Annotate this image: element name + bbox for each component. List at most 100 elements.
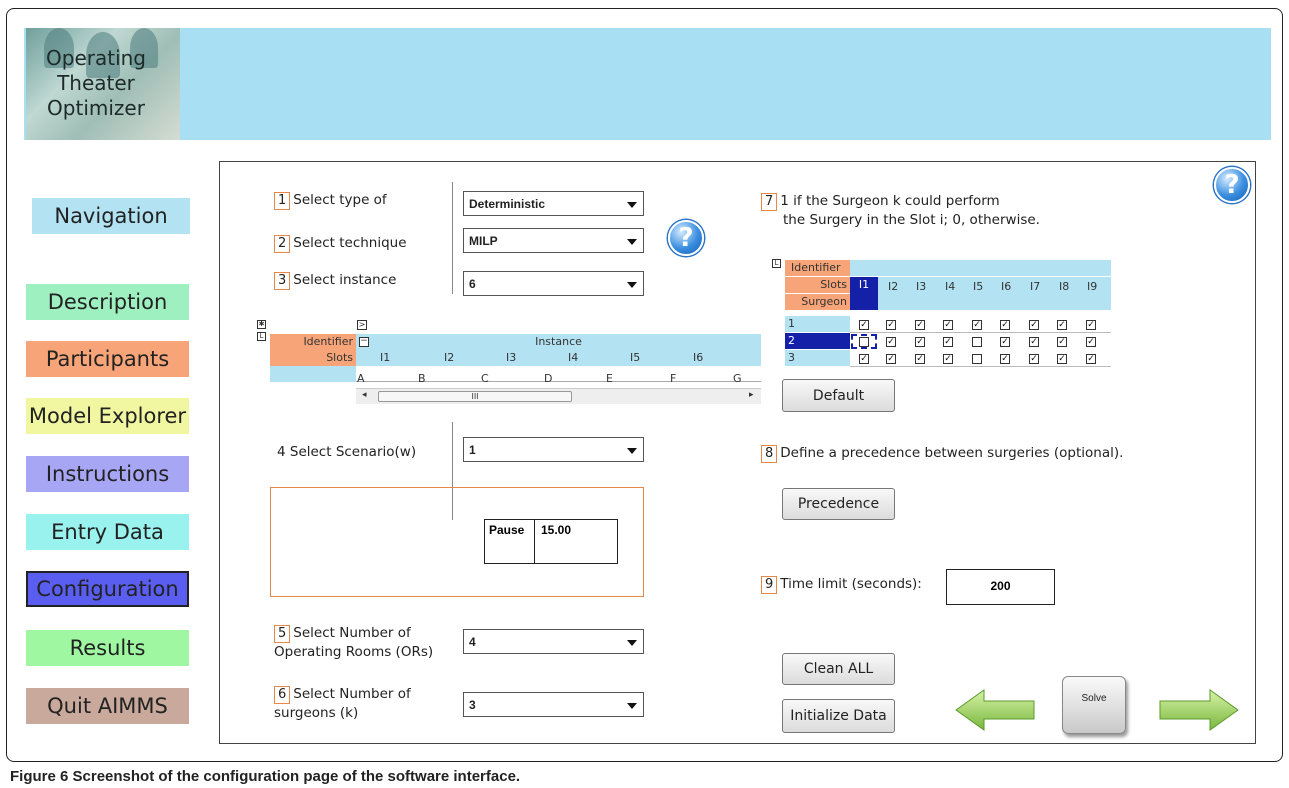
value-cell[interactable]: G <box>733 371 742 387</box>
type-select[interactable]: Deterministic <box>463 191 644 216</box>
scroll-left-icon[interactable]: ◂ <box>362 390 367 400</box>
value-cell[interactable]: E <box>606 371 613 387</box>
expand-icon[interactable]: > <box>357 320 367 330</box>
surgeon-slot-checkbox[interactable]: ✓ <box>1000 354 1010 364</box>
surgeon-slot-checkbox[interactable]: ✓ <box>1086 337 1096 347</box>
technique-select[interactable]: MILP <box>463 228 644 253</box>
surgeon-slot-checkbox[interactable]: ✓ <box>1057 337 1067 347</box>
step5-line1: Select Number of <box>293 625 411 641</box>
surgeon-slot-checkbox[interactable]: ✓ <box>943 354 953 364</box>
surgeon-slot-checkbox[interactable]: ✓ <box>859 354 869 364</box>
surgeon-slot-checkbox[interactable]: ✓ <box>943 320 953 330</box>
col-i6: I6 <box>693 351 704 364</box>
scenario-select[interactable]: 1 <box>463 437 644 462</box>
surgeon-slot-checkbox[interactable]: ✓ <box>915 337 925 347</box>
surgeon-slot-checkbox[interactable] <box>972 354 982 364</box>
grid-col: I8 <box>1059 280 1070 293</box>
grid-surgeon-header: Surgeon <box>785 294 850 310</box>
step2-text: Select technique <box>293 235 407 251</box>
scroll-thumb[interactable]: III <box>378 391 572 402</box>
or-count-select[interactable]: 4 <box>463 629 644 654</box>
nav-model-explorer[interactable]: Model Explorer <box>26 398 189 434</box>
surgeon-slot-checkbox[interactable]: ✓ <box>915 354 925 364</box>
initialize-data-button[interactable]: Initialize Data <box>782 699 895 733</box>
chevron-down-icon <box>627 703 637 709</box>
surgeon-slot-checkbox[interactable]: ✓ <box>1000 320 1010 330</box>
solve-button[interactable]: Solve <box>1062 676 1126 734</box>
step5-number: 5 <box>274 625 291 643</box>
help-icon[interactable]: ? <box>1214 167 1250 203</box>
step1-number: 1 <box>274 192 291 210</box>
collapse-icon[interactable]: − <box>359 337 369 347</box>
surgeon-slot-checkbox[interactable]: ✓ <box>943 337 953 347</box>
surgeon-slot-checkbox[interactable]: ✓ <box>915 320 925 330</box>
grid-col: I9 <box>1087 280 1098 293</box>
step9-text: Time limit (seconds): <box>780 576 922 592</box>
surgeon-slot-checkbox[interactable]: ✓ <box>886 337 896 347</box>
clean-all-button[interactable]: Clean ALL <box>782 653 895 685</box>
forward-arrow-icon[interactable] <box>1158 688 1240 732</box>
nav-navigation[interactable]: Navigation <box>32 198 190 234</box>
value-cell[interactable]: C <box>481 371 489 387</box>
table-link-icon[interactable]: L <box>772 259 781 268</box>
surgeon-slot-checkbox[interactable]: ✓ <box>1086 354 1096 364</box>
step7-number: 7 <box>761 193 778 211</box>
surgeon-slot-checkbox[interactable]: ✓ <box>972 320 982 330</box>
instance-select-value: 6 <box>469 277 476 291</box>
surgeon-slot-checkbox[interactable]: ✓ <box>1057 354 1067 364</box>
slots-header: Slots <box>270 350 356 366</box>
time-limit-input[interactable]: 200 <box>946 569 1055 605</box>
nav-participants[interactable]: Participants <box>26 341 189 377</box>
surgeon-slot-checkbox[interactable]: ✓ <box>1057 320 1067 330</box>
grid-row-3-label: 3 <box>785 350 850 366</box>
table-options-icon[interactable]: ✱ <box>257 320 266 329</box>
default-button[interactable]: Default <box>782 379 895 412</box>
pause-value[interactable]: 15.00 <box>541 523 571 537</box>
divider-top <box>452 182 453 294</box>
step6-line2: surgeons (k) <box>274 705 359 721</box>
chevron-down-icon <box>627 202 637 208</box>
grid-top-band <box>850 260 1111 276</box>
grid-col: I4 <box>945 280 956 293</box>
nav-description[interactable]: Description <box>26 284 189 320</box>
technique-select-value: MILP <box>469 234 498 248</box>
instance-select[interactable]: 6 <box>463 271 644 296</box>
surgeon-slot-checkbox[interactable]: ✓ <box>1029 354 1039 364</box>
step7-line2: the Surgery in the Slot i; 0, otherwise. <box>783 212 1040 228</box>
surgeon-slot-checkbox[interactable]: ✓ <box>886 354 896 364</box>
surgeon-count-select[interactable]: 3 <box>463 692 644 717</box>
grid-col: I3 <box>916 280 927 293</box>
nav-results[interactable]: Results <box>26 630 189 666</box>
col-i5: I5 <box>630 351 641 364</box>
surgeon-slot-checkbox[interactable]: ✓ <box>886 320 896 330</box>
surgeon-slot-checkbox[interactable]: ✓ <box>1086 320 1096 330</box>
table-link-icon[interactable]: L <box>257 332 266 341</box>
back-arrow-icon[interactable] <box>954 688 1036 732</box>
horizontal-scrollbar[interactable]: ◂ III ▸ <box>356 388 761 404</box>
surgeon-slot-checkbox[interactable] <box>972 337 982 347</box>
nav-quit-aimms[interactable]: Quit AIMMS <box>26 688 189 724</box>
help-icon[interactable]: ? <box>668 220 704 256</box>
value-cell[interactable]: B <box>418 371 426 387</box>
value-cell[interactable]: F <box>670 371 676 387</box>
scroll-right-icon[interactable]: ▸ <box>749 390 754 400</box>
grid-col: I2 <box>888 280 899 293</box>
surgeon-slot-checkbox[interactable]: ✓ <box>859 320 869 330</box>
nav-configuration[interactable]: Configuration <box>26 571 189 607</box>
grid-identifier-header: Identifier <box>785 260 850 276</box>
nav-instructions[interactable]: Instructions <box>26 456 189 492</box>
step8-text: Define a precedence between surgeries (o… <box>780 445 1124 461</box>
step3-number: 3 <box>274 272 291 290</box>
value-cell[interactable]: A <box>357 371 365 387</box>
surgeon-slot-checkbox[interactable]: ✓ <box>1029 337 1039 347</box>
value-cell[interactable]: D <box>544 371 552 387</box>
nav-entry-data[interactable]: Entry Data <box>26 514 189 550</box>
surgeon-slot-checkbox[interactable]: ✓ <box>1029 320 1039 330</box>
chevron-down-icon <box>627 640 637 646</box>
grid-col-i1[interactable]: I1 <box>850 277 878 310</box>
col-i2: I2 <box>444 351 455 364</box>
precedence-button[interactable]: Precedence <box>782 488 895 520</box>
grid-col: I6 <box>1001 280 1012 293</box>
step8-number: 8 <box>761 445 778 463</box>
surgeon-slot-checkbox[interactable]: ✓ <box>1000 337 1010 347</box>
